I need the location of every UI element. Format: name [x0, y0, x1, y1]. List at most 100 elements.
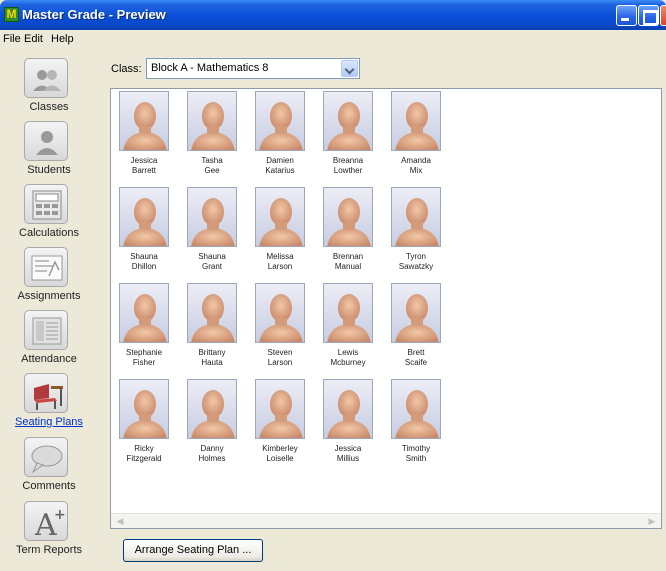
student-photo [391, 187, 441, 247]
student-first-name: Melissa [266, 252, 294, 261]
student-card[interactable]: Tyron Sawatzky [383, 185, 453, 281]
student-name: Danny Holmes [179, 444, 245, 464]
student-first-name: Tyron [405, 252, 426, 261]
student-card[interactable]: Tasha Gee [179, 89, 249, 185]
student-card[interactable]: Danny Holmes [179, 377, 249, 473]
student-last-name: Larson [267, 262, 293, 271]
student-last-name: Fitzgerald [126, 454, 162, 463]
student-last-name: Scaife [404, 358, 428, 367]
student-first-name: Jessica [334, 444, 362, 453]
student-name: Jessica Millius [315, 444, 381, 464]
student-card[interactable]: Timothy Smith [383, 377, 453, 473]
student-card[interactable]: Shauna Grant [179, 185, 249, 281]
student-first-name: Jessica [130, 156, 158, 165]
sidebar-item-attendance[interactable]: Attendance [0, 310, 98, 370]
student-photo [187, 283, 237, 343]
menu-file[interactable]: File [3, 33, 21, 45]
assignment-icon [24, 247, 68, 287]
minimize-button[interactable] [616, 5, 637, 26]
menu-help[interactable]: Help [51, 33, 74, 45]
sidebar-item-label: Classes [29, 101, 69, 113]
student-first-name: Brett [407, 348, 425, 357]
student-card[interactable]: Steven Larson [247, 281, 317, 377]
sidebar-item-term-reports[interactable]: A + Term Reports [0, 501, 98, 561]
student-first-name: Brennan [332, 252, 364, 261]
seating-plan-panel: Jessica Barrett Tasha Gee Damien Katarius Brea… [110, 88, 662, 529]
student-first-name: Tasha [201, 156, 223, 165]
person-silhouette-icon [259, 390, 303, 438]
student-card[interactable]: Lewis Mcburney [315, 281, 385, 377]
person-silhouette-icon [259, 294, 303, 342]
student-last-name: Smith [405, 454, 427, 463]
menu-bar: File Edit Help [0, 30, 666, 48]
student-last-name: Barrett [131, 166, 156, 175]
student-name: Tyron Sawatzky [383, 252, 449, 272]
student-name: Stephanie Fisher [111, 348, 177, 368]
student-photo [255, 283, 305, 343]
student-first-name: Breanna [332, 156, 364, 165]
student-name: Shauna Dhillon [111, 252, 177, 272]
sidebar-item-calculations[interactable]: Calculations [0, 184, 98, 244]
student-name: Brett Scaife [383, 348, 449, 368]
student-card[interactable]: Brett Scaife [383, 281, 453, 377]
scroll-left-icon[interactable]: ◀ [113, 515, 127, 528]
sidebar-item-students[interactable]: Students [0, 121, 98, 181]
class-select[interactable]: Block A - Mathematics 8 [146, 58, 360, 79]
student-card[interactable]: Breanna Lowther [315, 89, 385, 185]
student-last-name: Dhillon [131, 262, 157, 271]
student-card[interactable]: Jessica Millius [315, 377, 385, 473]
sidebar-item-assignments[interactable]: Assignments [0, 247, 98, 307]
student-first-name: Steven [267, 348, 293, 357]
student-last-name: Holmes [198, 454, 226, 463]
sidebar-item-label: Students [27, 164, 71, 176]
student-card[interactable]: Stephanie Fisher [111, 281, 181, 377]
sidebar-item-label: Comments [22, 480, 76, 492]
student-name: Brittany Hauta [179, 348, 245, 368]
sidebar-item-seating-plans[interactable]: Seating Plans [0, 373, 98, 433]
student-photo [323, 187, 373, 247]
student-card[interactable]: Kimberley Loiselle [247, 377, 317, 473]
student-card[interactable]: Damien Katarius [247, 89, 317, 185]
student-photo [323, 379, 373, 439]
student-name: Lewis Mcburney [315, 348, 381, 368]
student-card[interactable]: Brittany Hauta [179, 281, 249, 377]
student-card[interactable]: Shauna Dhillon [111, 185, 181, 281]
student-card[interactable]: Melissa Larson [247, 185, 317, 281]
sidebar-item-label: Calculations [19, 227, 79, 239]
speech-bubble-icon [24, 437, 68, 477]
student-first-name: Stephanie [125, 348, 163, 357]
close-button[interactable] [660, 5, 666, 26]
student-last-name: Hauta [201, 358, 223, 367]
student-last-name: Lowther [333, 166, 363, 175]
student-last-name: Manual [334, 262, 362, 271]
student-photo [119, 91, 169, 151]
menu-edit[interactable]: Edit [24, 33, 43, 45]
arrange-seating-plan-button[interactable]: Arrange Seating Plan ... [123, 539, 263, 562]
person-silhouette-icon [327, 198, 371, 246]
person-silhouette-icon [259, 198, 303, 246]
scroll-right-icon[interactable]: ▶ [645, 515, 659, 528]
student-card[interactable]: Brennan Manual [315, 185, 385, 281]
student-card[interactable]: Jessica Barrett [111, 89, 181, 185]
svg-text:+: + [54, 507, 66, 523]
student-first-name: Damien [266, 156, 294, 165]
person-silhouette-icon [191, 294, 235, 342]
chevron-down-icon[interactable] [341, 60, 358, 77]
person-silhouette-icon [123, 390, 167, 438]
student-name: Steven Larson [247, 348, 313, 368]
student-photo [187, 91, 237, 151]
horizontal-scrollbar[interactable]: ◀ ▶ [111, 513, 661, 528]
student-card[interactable]: Amanda Mix [383, 89, 453, 185]
student-name: Ricky Fitzgerald [111, 444, 177, 464]
sidebar-item-classes[interactable]: Classes [0, 58, 98, 118]
sidebar-item-comments[interactable]: Comments [0, 437, 98, 497]
student-name: Damien Katarius [247, 156, 313, 176]
person-silhouette-icon [123, 198, 167, 246]
student-card[interactable]: Ricky Fitzgerald [111, 377, 181, 473]
window-title: Master Grade - Preview [22, 7, 166, 22]
student-name: Timothy Smith [383, 444, 449, 464]
student-name: Melissa Larson [247, 252, 313, 272]
maximize-button[interactable] [638, 5, 659, 26]
student-last-name: Millius [336, 454, 360, 463]
class-label: Class: [111, 63, 142, 75]
